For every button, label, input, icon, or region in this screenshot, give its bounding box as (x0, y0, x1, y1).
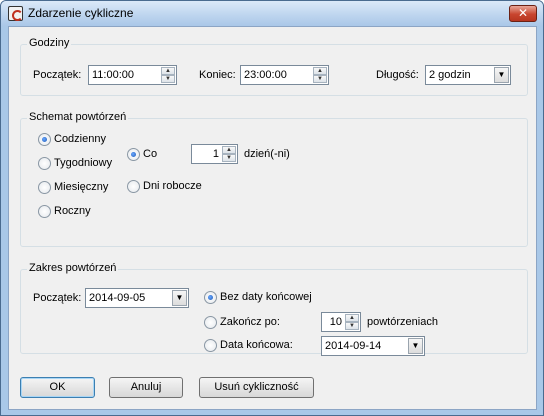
radio-end-after[interactable] (204, 316, 217, 329)
radio-daily-label[interactable]: Codzienny (54, 133, 106, 145)
end-time-spinner[interactable]: 23:00:00 ▲ ▼ (240, 65, 329, 85)
radio-every-label[interactable]: Co (143, 148, 157, 160)
range-start-value: 2014-09-05 (89, 292, 146, 304)
end-after-spinner[interactable]: 10 ▲ ▼ (321, 312, 361, 332)
every-days-spinner[interactable]: 1 ▲ ▼ (191, 144, 238, 164)
end-time-label: Koniec: (199, 69, 236, 81)
radio-no-end-date-label[interactable]: Bez daty końcowej (220, 291, 312, 303)
start-time-spinner[interactable]: 11:00:00 ▲ ▼ (88, 65, 177, 85)
title-bar[interactable]: Zdarzenie cykliczne ✕ (1, 1, 543, 26)
start-time-label: Początek: (33, 69, 82, 81)
dialog-window: Zdarzenie cykliczne ✕ Godziny Początek: … (0, 0, 544, 416)
radio-monthly-label[interactable]: Miesięczny (54, 181, 108, 193)
every-days-unit: dzień(-ni) (244, 148, 290, 160)
chevron-down-icon[interactable]: ▼ (408, 338, 423, 354)
spin-up-icon[interactable]: ▲ (313, 67, 327, 75)
radio-every[interactable] (127, 148, 140, 161)
radio-workdays-label[interactable]: Dni robocze (143, 180, 202, 192)
radio-daily[interactable] (38, 133, 51, 146)
duration-select[interactable]: 2 godzin ▼ (425, 65, 511, 85)
range-start-select[interactable]: 2014-09-05 ▼ (85, 288, 189, 308)
chevron-down-icon[interactable]: ▼ (172, 290, 187, 306)
ok-button[interactable]: OK (20, 377, 95, 398)
recurrence-icon (8, 6, 23, 21)
radio-workdays[interactable] (127, 180, 140, 193)
cancel-button[interactable]: Anuluj (109, 377, 183, 398)
spin-down-icon[interactable]: ▼ (222, 154, 236, 162)
every-days-value: 1 (212, 148, 219, 160)
radio-end-date[interactable] (204, 339, 217, 352)
duration-value: 2 godzin (429, 69, 471, 81)
radio-weekly-label[interactable]: Tygodniowy (54, 157, 112, 169)
end-after-value: 10 (329, 316, 342, 328)
dialog-body: Godziny Początek: 11:00:00 ▲ ▼ Koniec: 2… (8, 26, 537, 410)
start-time-value: 11:00:00 (92, 69, 135, 81)
chevron-down-icon[interactable]: ▼ (494, 67, 509, 83)
radio-weekly[interactable] (38, 157, 51, 170)
radio-no-end-date[interactable] (204, 291, 217, 304)
radio-monthly[interactable] (38, 181, 51, 194)
radio-end-date-label[interactable]: Data końcowa: (220, 339, 293, 351)
spin-up-icon[interactable]: ▲ (161, 67, 175, 75)
spin-up-icon[interactable]: ▲ (222, 146, 236, 154)
close-button[interactable]: ✕ (509, 5, 537, 22)
range-start-label: Początek: (33, 292, 82, 304)
end-date-value: 2014-09-14 (325, 340, 382, 352)
window-title: Zdarzenie cykliczne (28, 6, 134, 20)
spin-down-icon[interactable]: ▼ (345, 322, 359, 330)
pattern-group-label: Schemat powtórzeń (27, 111, 129, 123)
radio-end-after-label[interactable]: Zakończ po: (220, 316, 280, 328)
end-date-select[interactable]: 2014-09-14 ▼ (321, 336, 425, 356)
hours-group-label: Godziny (27, 37, 72, 49)
remove-recurrence-button[interactable]: Usuń cykliczność (199, 377, 314, 398)
spin-up-icon[interactable]: ▲ (345, 314, 359, 322)
spin-down-icon[interactable]: ▼ (161, 75, 175, 83)
end-time-value: 23:00:00 (244, 69, 287, 81)
duration-label: Długość: (376, 69, 419, 81)
range-group-label: Zakres powtórzeń (27, 262, 119, 274)
radio-yearly-label[interactable]: Roczny (54, 205, 91, 217)
end-after-unit: powtórzeniach (367, 316, 438, 328)
spin-down-icon[interactable]: ▼ (313, 75, 327, 83)
radio-yearly[interactable] (38, 205, 51, 218)
